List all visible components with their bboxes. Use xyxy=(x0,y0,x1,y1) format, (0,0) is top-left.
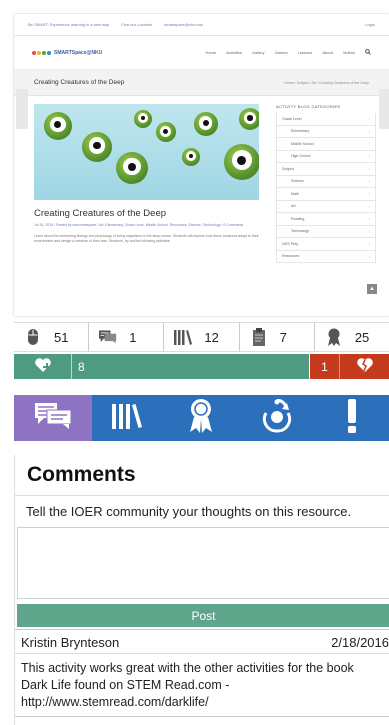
thumb-category-row: Grade Level › xyxy=(276,113,376,126)
thumb-nav-item: Lessons xyxy=(297,50,313,55)
thumb-search-icon xyxy=(365,49,371,56)
comments-prompt: Tell the IOER community your thoughts on… xyxy=(15,495,389,523)
thumb-topbar-item: Find our Location xyxy=(121,22,153,27)
comments-icon xyxy=(35,402,72,434)
award-icon xyxy=(188,398,214,439)
standards-icon xyxy=(250,328,268,346)
thumb-header: SMARTSpace@NKU Home Activities Gallery G… xyxy=(14,36,389,70)
thumb-post-text: Learn about the interesting biology and … xyxy=(34,234,259,243)
dislike-button[interactable] xyxy=(339,354,389,379)
thumb-body: Creating Creatures of the Deep Jul 20, 2… xyxy=(14,96,389,316)
comments-panel: Comments Tell the IOER community your th… xyxy=(14,455,389,725)
comment-entry: Kristin Brynteson 2/18/2016 This activit… xyxy=(15,629,389,717)
thumb-nav-item: Videos xyxy=(342,50,355,55)
thumb-nav-item: Home xyxy=(205,50,217,55)
thumb-post-meta: Jul 20, 2016 / Posted by nkusmartspace /… xyxy=(34,223,244,227)
heart-plus-icon xyxy=(34,357,52,376)
stat-standards-value: 7 xyxy=(279,329,287,345)
comment-input[interactable] xyxy=(17,527,389,599)
thumb-category-row: Middle School › xyxy=(276,138,376,151)
thumb-category-row: Technology › xyxy=(276,225,376,238)
thumb-topbar-item: smartspace@nku.edu xyxy=(164,22,204,27)
like-button[interactable] xyxy=(14,354,72,379)
thumb-nav-item: About xyxy=(322,50,333,55)
thumb-titlebar: Creating Creatures of the Deep Home / Su… xyxy=(14,70,389,96)
thumb-category-row: NGS Prep › xyxy=(276,238,376,251)
action-tabs xyxy=(14,395,389,441)
mouse-icon xyxy=(24,328,42,346)
library-tab[interactable] xyxy=(92,395,162,441)
broken-heart-icon xyxy=(356,357,374,376)
thumb-category-row: Resources › xyxy=(276,250,376,263)
thumb-categories: ACTIVITY BLOG CATEGORIES Grade Level › El… xyxy=(276,104,376,263)
thumb-category-row: Science › xyxy=(276,175,376,188)
stat-views-value: 51 xyxy=(54,329,69,345)
comment-author: Kristin Brynteson xyxy=(21,635,120,650)
post-button[interactable]: Post xyxy=(17,604,389,627)
thumb-nav-item: Games xyxy=(274,50,288,55)
stat-standards: 7 xyxy=(240,323,315,351)
thumb-category-row: Art › xyxy=(276,200,376,213)
award-icon xyxy=(325,328,343,346)
report-tab[interactable] xyxy=(314,395,389,441)
share-icon xyxy=(262,398,292,438)
stat-libraries: 12 xyxy=(164,323,240,351)
stat-comments-value: 1 xyxy=(129,329,137,345)
comments-icon xyxy=(99,328,117,346)
dislikes-count: 1 xyxy=(321,359,328,374)
stat-libraries-value: 12 xyxy=(204,329,219,345)
thumb-scroll-top-icon: ▲ xyxy=(367,284,377,294)
thumb-nav-item: Activities xyxy=(226,50,242,55)
likes-count: 8 xyxy=(78,359,85,374)
exclamation-icon xyxy=(347,398,357,438)
dislikes-count-box: 1 xyxy=(309,354,339,379)
resource-stats: 51 1 12 7 25 xyxy=(14,322,389,352)
library-icon xyxy=(174,328,193,346)
comment-header: Kristin Brynteson 2/18/2016 xyxy=(15,630,389,654)
share-tab[interactable] xyxy=(240,395,314,441)
comments-heading: Comments xyxy=(27,463,136,486)
thumb-category-row: High School › xyxy=(276,150,376,163)
thumb-right-edge xyxy=(379,89,389,129)
thumb-category-row: Subject › xyxy=(276,163,376,176)
thumb-category-row: Math › xyxy=(276,188,376,201)
comments-tab[interactable] xyxy=(14,395,92,441)
thumb-nav-item: Gallery xyxy=(251,50,265,55)
thumb-login-link: Login xyxy=(365,22,375,27)
library-icon xyxy=(112,403,142,434)
thumb-categories-title: ACTIVITY BLOG CATEGORIES xyxy=(276,104,341,109)
evaluate-tab[interactable] xyxy=(162,395,240,441)
thumb-page-title: Creating Creatures of the Deep xyxy=(34,79,125,86)
thumb-logo-icon xyxy=(32,50,51,55)
thumb-topbar-item: Be SMART: Experience learning in a new w… xyxy=(28,22,110,27)
comment-date: 2/18/2016 xyxy=(331,635,389,650)
resource-thumbnail[interactable]: Be SMART: Experience learning in a new w… xyxy=(14,14,389,316)
thumb-logo-text: SMARTSpace@NKU xyxy=(54,49,103,56)
thumb-hero-image xyxy=(34,104,259,200)
rating-bar: 8 1 xyxy=(14,354,389,379)
thumb-left-edge xyxy=(16,89,28,129)
thumb-breadcrumb: Home / Subject / Art / Creating Creature… xyxy=(284,80,369,85)
stat-views: 51 xyxy=(14,323,90,351)
stat-evaluations-value: 25 xyxy=(354,329,370,345)
comment-text: This activity works great with the other… xyxy=(21,661,354,709)
stat-comments: 1 xyxy=(89,323,165,351)
thumb-nav: Home Activities Gallery Games Lessons Ab… xyxy=(205,49,371,56)
thumb-category-row: Reading › xyxy=(276,213,376,226)
thumb-topbar: Be SMART: Experience learning in a new w… xyxy=(14,14,389,36)
thumb-category-row: Elementary › xyxy=(276,125,376,138)
stat-evaluations: 25 xyxy=(315,323,389,351)
likes-count-bar: 8 xyxy=(72,354,309,379)
